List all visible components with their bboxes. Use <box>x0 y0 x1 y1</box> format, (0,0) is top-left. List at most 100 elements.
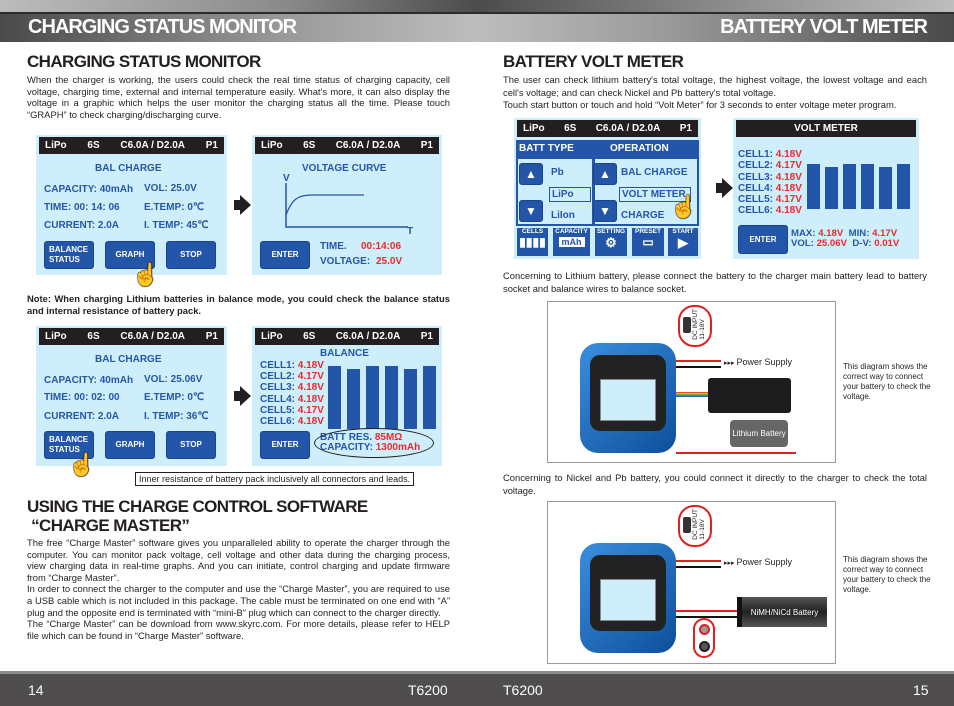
operation-header: OPERATION <box>610 143 669 154</box>
tab-start[interactable]: START ▶ <box>667 227 699 257</box>
screen-title: BAL CHARGE <box>95 163 162 174</box>
graph-button[interactable]: GRAPH <box>105 431 155 459</box>
program: P1 <box>420 140 433 151</box>
stop-button[interactable]: STOP <box>166 241 216 269</box>
paragraph: In order to connect the charger to the c… <box>27 583 450 618</box>
op-option-bal-charge[interactable]: BAL CHARGE <box>621 167 687 178</box>
rate: C6.0A / D2.0A <box>595 123 661 134</box>
time: TIME: 00: 02: 00 <box>44 392 120 403</box>
type-up-button[interactable]: ▲ <box>519 163 543 185</box>
ext-temp: E.TEMP: 0℃ <box>144 202 205 213</box>
dv-label: D-V: <box>852 238 872 249</box>
op-up-button[interactable]: ▲ <box>593 163 617 185</box>
callout-note: Inner resistance of battery pack inclusi… <box>135 472 415 486</box>
type-option-lipo[interactable]: LiPo <box>549 187 591 202</box>
enter-button[interactable]: ENTER <box>738 225 788 254</box>
tab-preset[interactable]: PRESET ▭ <box>631 227 665 257</box>
cell-bar <box>404 369 417 429</box>
gear-icon: ⚙ <box>605 235 617 250</box>
tab-label: CAPACITY <box>555 228 588 235</box>
cell-label: CELL1: <box>260 360 295 371</box>
capacity: CAPACITY: 40mAh <box>44 375 134 386</box>
voltage-label: VOLTAGE: <box>320 256 371 267</box>
cell-label: CELL2: <box>260 371 295 383</box>
cell-row: CELL3: 4.18V <box>738 172 802 183</box>
intro-paragraph: When the charger is working, the users c… <box>27 74 450 120</box>
cell-bar <box>347 369 360 429</box>
program: P1 <box>420 331 433 342</box>
voltage: VOL: 25.0V <box>144 183 197 194</box>
enter-button[interactable]: ENTER <box>260 431 310 459</box>
arrows-icon: ▸▸▸ <box>724 560 737 567</box>
op-down-button[interactable]: ▼ <box>593 200 617 222</box>
cell-count: 6S <box>87 140 100 151</box>
power-supply-text: Power Supply <box>736 557 793 567</box>
type-option-liion[interactable]: LiIon <box>551 210 575 221</box>
cell-label: CELL4: <box>260 393 295 405</box>
cell-row: CELL1: 4.18V <box>260 360 324 371</box>
program: P1 <box>205 331 218 342</box>
cell-row: CELL5: 4.17V <box>260 405 324 416</box>
cell-row: CELL4: 4.18V <box>260 394 324 405</box>
laptop-icon: ▭ <box>642 235 654 249</box>
header-right-title: BATTERY VOLT METER <box>720 16 928 38</box>
cell-bar <box>825 167 838 209</box>
dc-input-bubble: DC INPUT 11-18V <box>678 505 712 547</box>
stop-button[interactable]: STOP <box>166 431 216 459</box>
dc-range-label: 11-18V <box>699 519 706 540</box>
type-down-button[interactable]: ▼ <box>519 200 543 222</box>
cell-value: 4.18V <box>775 182 802 194</box>
section-heading-2: USING THE CHARGE CONTROL SOFTWARE <box>27 497 368 516</box>
cell-value: 4.17V <box>297 404 324 416</box>
tab-setting[interactable]: SETTING ⚙ <box>594 227 628 257</box>
time: TIME: 00: 14: 06 <box>44 202 120 213</box>
charger-image <box>580 343 676 453</box>
tab-label: CELLS <box>521 228 544 235</box>
cell-count: 6S <box>303 331 316 342</box>
cell-value: 4.18V <box>297 416 324 428</box>
capacity: CAPACITY: 40mAh <box>44 184 134 195</box>
nickel-paragraph: Concerning to Nickel and Pb battery, you… <box>503 472 927 496</box>
dc-input-label: DC INPUT <box>692 309 699 340</box>
time-label: TIME. <box>320 241 347 252</box>
nimh-battery: NiMH/NiCd Battery <box>737 597 827 627</box>
cell-row: CELL3: 4.18V <box>260 382 324 393</box>
ext-temp: E.TEMP: 0℃ <box>144 392 205 403</box>
type-option-pb[interactable]: Pb <box>551 167 564 178</box>
balance-status-button[interactable]: BALANCE STATUS <box>44 241 94 269</box>
screen-header: LiPo 6S C6.0A / D2.0A P1 <box>39 137 224 154</box>
enter-button[interactable]: ENTER <box>260 241 310 269</box>
cell-label: CELL3: <box>738 171 773 183</box>
cell-value: 4.18V <box>297 393 324 405</box>
cell-row: CELL5: 4.17V <box>738 194 802 205</box>
tab-cells[interactable]: CELLS ▮▮▮▮ <box>516 227 549 257</box>
model-left: T6200 <box>408 682 448 698</box>
screen-voltage-curve: LiPo 6S C6.0A / D2.0A P1 VOLTAGE CURVE V T … <box>252 135 442 275</box>
diagram-caption: This diagram shows the correct way to co… <box>843 555 931 594</box>
nimh-connection-diagram: DC INPUT 11-18V ▸▸▸ Power Supply NiMH/NiC… <box>547 501 836 664</box>
paragraph: The user can check lithium battery's tot… <box>503 74 927 98</box>
cell-list: CELL1: 4.18V CELL2: 4.17V CELL3: 4.18V CELL… <box>260 360 324 427</box>
current: CURRENT: 2.0A <box>44 220 120 231</box>
cell-label: CELL5: <box>260 404 295 416</box>
rate: C6.0A / D2.0A <box>120 140 186 151</box>
diagram-caption: This diagram shows the correct way to co… <box>843 362 931 401</box>
cell-label: CELL6: <box>260 416 295 428</box>
power-supply-label: ▸▸▸ Power Supply <box>724 357 792 367</box>
cell-bar <box>328 366 341 429</box>
header-left-title: CHARGING STATUS MONITOR <box>28 16 297 38</box>
model-right: T6200 <box>503 682 543 698</box>
play-icon: ▶ <box>678 235 688 250</box>
cell-label: CELL1: <box>738 149 773 160</box>
op-option-charge[interactable]: CHARGE <box>621 210 664 221</box>
voltage-value: 25.0V <box>376 256 403 267</box>
tab-capacity[interactable]: CAPACITY mAh <box>552 227 591 257</box>
program: P1 <box>679 123 692 134</box>
cell-value: 4.17V <box>297 371 324 383</box>
cell-bar-graph <box>328 366 436 429</box>
paragraph: The free “Charge Master” software gives … <box>27 537 450 583</box>
dc-input-label: DC INPUT <box>692 509 699 540</box>
note-paragraph: Note: When charging Lithium batteries in… <box>27 293 450 316</box>
cell-row: CELL2: 4.17V <box>738 160 802 171</box>
int-temp: I. TEMP: 45℃ <box>144 220 209 231</box>
